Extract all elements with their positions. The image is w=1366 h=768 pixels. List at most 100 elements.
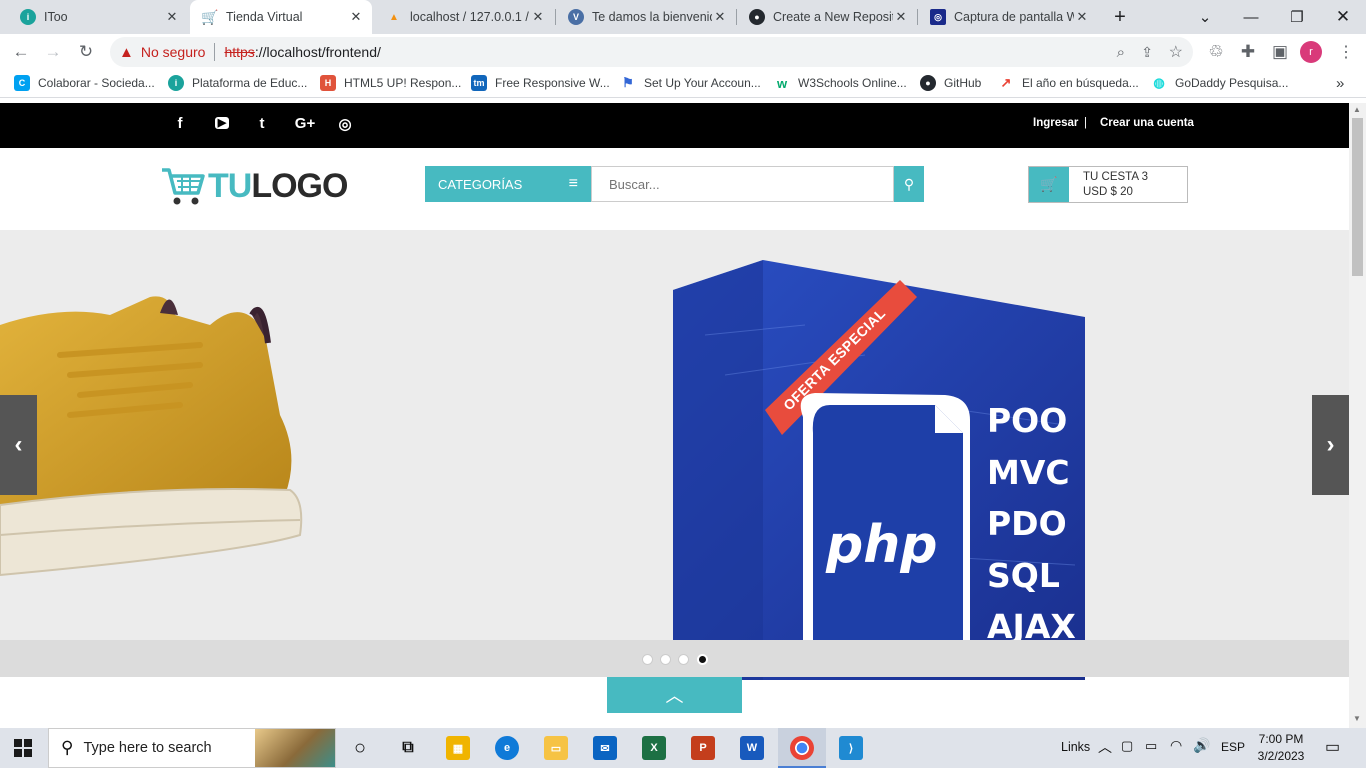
- slider-dot-2[interactable]: [660, 654, 671, 665]
- instagram-icon[interactable]: ◎: [334, 115, 356, 133]
- categories-label: CATEGORÍAS: [438, 176, 523, 192]
- close-tab-icon[interactable]: ✕: [530, 9, 546, 25]
- cart-widget[interactable]: 🛒 TU CESTA 3 USD $ 20: [1028, 166, 1188, 203]
- bookmark-setup-account[interactable]: ⚑ Set Up Your Accoun...: [620, 75, 761, 91]
- windows-start-icon[interactable]: [14, 739, 32, 757]
- bookmark-w3schools[interactable]: w W3Schools Online...: [774, 75, 907, 91]
- reload-icon[interactable]: ↻: [74, 40, 98, 64]
- back-arrow-icon[interactable]: ←: [9, 40, 33, 64]
- links-toolbar-label[interactable]: Links: [1061, 740, 1090, 754]
- slider-dot-3[interactable]: [678, 654, 689, 665]
- new-tab-button[interactable]: +: [1097, 0, 1143, 34]
- tab-bienvenida[interactable]: V Te damos la bienvenid ✕: [556, 0, 736, 34]
- clock-date: 3/2/2023: [1257, 749, 1305, 763]
- tab-tienda-virtual[interactable]: 🛒 Tienda Virtual ✕: [190, 0, 372, 34]
- topic-sql: SQL: [987, 555, 1060, 595]
- excel-icon[interactable]: X: [642, 736, 666, 760]
- tab-github[interactable]: ● Create a New Reposito ✕: [737, 0, 917, 34]
- task-view-icon[interactable]: ⧉: [396, 736, 420, 760]
- extensions-puzzle-icon[interactable]: ✚: [1236, 40, 1260, 64]
- profile-avatar[interactable]: r: [1300, 41, 1322, 63]
- cart-favicon-icon: 🛒: [201, 8, 219, 25]
- github-favicon-icon: ●: [749, 9, 765, 25]
- scroll-down-icon[interactable]: ▼: [1353, 714, 1361, 723]
- wifi-icon[interactable]: ◠: [1170, 737, 1182, 754]
- meet-now-icon[interactable]: ▢: [1121, 738, 1133, 754]
- bookmark-star-icon[interactable]: ☆: [1169, 42, 1183, 62]
- youtube-icon[interactable]: ▶: [215, 117, 229, 129]
- categories-button[interactable]: CATEGORÍAS ≡: [425, 166, 591, 202]
- bookmark-label: GitHub: [944, 76, 982, 90]
- side-panel-icon[interactable]: ▣: [1268, 40, 1292, 64]
- bookmark-github[interactable]: ● GitHub: [920, 75, 981, 91]
- login-link[interactable]: Ingresar: [1033, 117, 1078, 129]
- register-link[interactable]: Crear una cuenta: [1100, 117, 1194, 129]
- file-explorer-icon[interactable]: ▭: [544, 736, 568, 760]
- close-tab-icon[interactable]: ✕: [893, 9, 909, 25]
- language-indicator[interactable]: ESP: [1221, 740, 1245, 754]
- bookmark-plataforma[interactable]: i Plataforma de Educ...: [168, 75, 307, 91]
- facebook-icon[interactable]: f: [169, 115, 191, 132]
- minimize-button[interactable]: —: [1228, 0, 1274, 34]
- chrome-icon[interactable]: [790, 736, 814, 760]
- address-bar[interactable]: ▲ No seguro https ://localhost/frontend/…: [110, 37, 1193, 67]
- zoom-icon[interactable]: ⌕: [1117, 44, 1125, 61]
- search-input[interactable]: [591, 166, 894, 202]
- close-window-button[interactable]: ✕: [1320, 0, 1366, 34]
- chevron-left-icon: ‹: [14, 431, 23, 458]
- battery-icon[interactable]: ▭: [1145, 738, 1157, 754]
- microsoft-store-icon[interactable]: ▦: [446, 736, 470, 760]
- shopping-cart-logo-icon: [162, 168, 205, 205]
- close-tab-icon[interactable]: ✕: [712, 9, 728, 25]
- close-tab-icon[interactable]: ✕: [1074, 9, 1090, 25]
- tab-itoo[interactable]: i IToo ✕: [8, 0, 188, 34]
- bookmark-label: El año en búsqueda...: [1022, 76, 1139, 90]
- scrollbar-thumb[interactable]: [1352, 118, 1363, 276]
- windows-taskbar: ⚲ Type here to search ○ ⧉ ▦ e ▭ ✉ X P W …: [0, 728, 1366, 768]
- scroll-up-icon[interactable]: ▲: [1353, 105, 1361, 114]
- site-logo[interactable]: TU LOGO: [160, 165, 348, 207]
- twitter-icon[interactable]: t: [251, 115, 273, 132]
- bookmark-godaddy[interactable]: ◍ GoDaddy Pesquisa...: [1151, 75, 1288, 91]
- tab-search-chevron-icon[interactable]: ⌄: [1182, 0, 1228, 34]
- vscode-icon[interactable]: ⟩: [839, 736, 863, 760]
- page-scrollbar[interactable]: ▲ ▼: [1349, 103, 1366, 728]
- bookmark-colaborar[interactable]: C Colaborar - Socieda...: [14, 75, 155, 91]
- slider-next-button[interactable]: ›: [1312, 395, 1349, 495]
- volume-icon[interactable]: 🔊: [1193, 737, 1210, 754]
- close-tab-icon[interactable]: ✕: [348, 9, 364, 25]
- google-plus-icon[interactable]: G+: [292, 115, 318, 132]
- slider-pagination-bar: [0, 640, 1349, 677]
- menu-kebab-icon[interactable]: ⋮: [1334, 40, 1358, 64]
- cortana-circle-icon[interactable]: ○: [348, 736, 372, 760]
- edge-browser-icon[interactable]: e: [495, 736, 519, 760]
- notifications-icon[interactable]: ▭: [1325, 737, 1340, 757]
- search-highlight-image: [255, 729, 335, 767]
- bookmark-year-in-search[interactable]: ↗ El año en búsqueda...: [998, 75, 1139, 91]
- bookmark-html5up[interactable]: H HTML5 UP! Respon...: [320, 75, 461, 91]
- clock[interactable]: 7:00 PM 3/2/2023: [1250, 731, 1312, 765]
- browser-toolbar: ← → ↻ ▲ No seguro https ://localhost/fro…: [0, 34, 1366, 70]
- taskbar-search-box[interactable]: ⚲ Type here to search: [48, 728, 336, 768]
- show-hidden-icons-chevron-icon[interactable]: ︿: [1098, 737, 1112, 757]
- mail-icon[interactable]: ✉: [593, 736, 617, 760]
- search-icon: ⚲: [903, 175, 915, 192]
- collapse-slider-button[interactable]: ︿: [607, 677, 742, 713]
- search-button[interactable]: ⚲: [894, 166, 924, 202]
- maximize-button[interactable]: ❐: [1274, 0, 1320, 34]
- tab-phpmyadmin[interactable]: ▲ localhost / 127.0.0.1 / ✕: [374, 0, 554, 34]
- close-tab-icon[interactable]: ✕: [164, 9, 180, 25]
- forward-arrow-icon[interactable]: →: [41, 40, 65, 64]
- recycle-extension-icon[interactable]: ♲: [1204, 40, 1228, 64]
- slider-dot-1[interactable]: [642, 654, 653, 665]
- powerpoint-icon[interactable]: P: [691, 736, 715, 760]
- share-icon[interactable]: ⇪: [1141, 44, 1153, 61]
- slider-dot-4-active[interactable]: [697, 654, 708, 665]
- security-status[interactable]: No seguro: [141, 44, 206, 60]
- slider-prev-button[interactable]: ‹: [0, 395, 37, 495]
- word-icon[interactable]: W: [740, 736, 764, 760]
- tab-captura[interactable]: ◎ Captura de pantalla W ✕: [918, 0, 1098, 34]
- more-bookmarks-icon[interactable]: »: [1336, 75, 1344, 92]
- capture-favicon-icon: ◎: [930, 9, 946, 25]
- bookmark-free-responsive[interactable]: tm Free Responsive W...: [471, 75, 610, 91]
